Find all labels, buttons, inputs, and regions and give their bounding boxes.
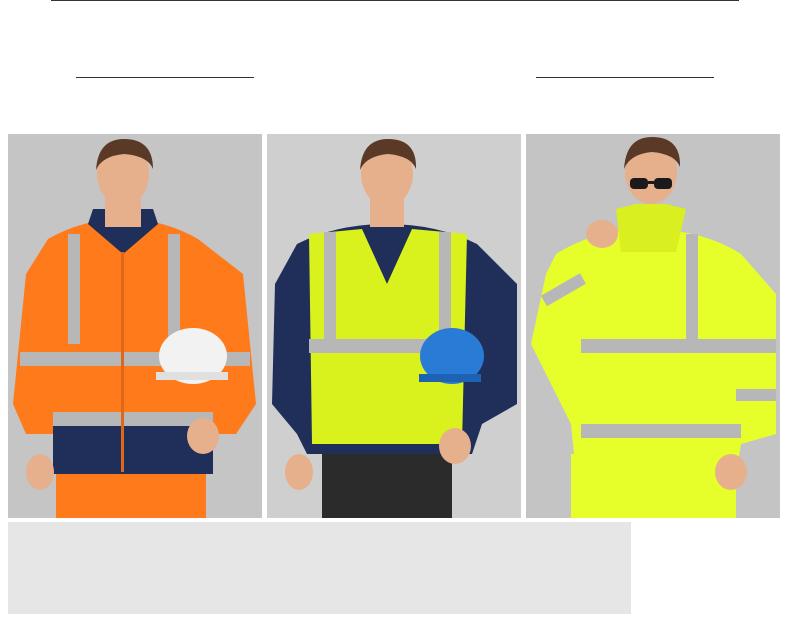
yellow-hi-vis-jacket-photo <box>526 134 780 518</box>
gray-content-block <box>8 522 631 614</box>
lime-hi-vis-vest-photo <box>267 134 521 518</box>
heading-underline-left <box>76 77 254 78</box>
orange-jacket-illustration <box>8 134 262 518</box>
orange-hi-vis-jacket-photo <box>8 134 262 518</box>
yellow-jacket-illustration <box>526 134 780 518</box>
top-divider <box>51 0 739 1</box>
heading-underline-right <box>536 77 714 78</box>
lime-vest-illustration <box>267 134 521 518</box>
